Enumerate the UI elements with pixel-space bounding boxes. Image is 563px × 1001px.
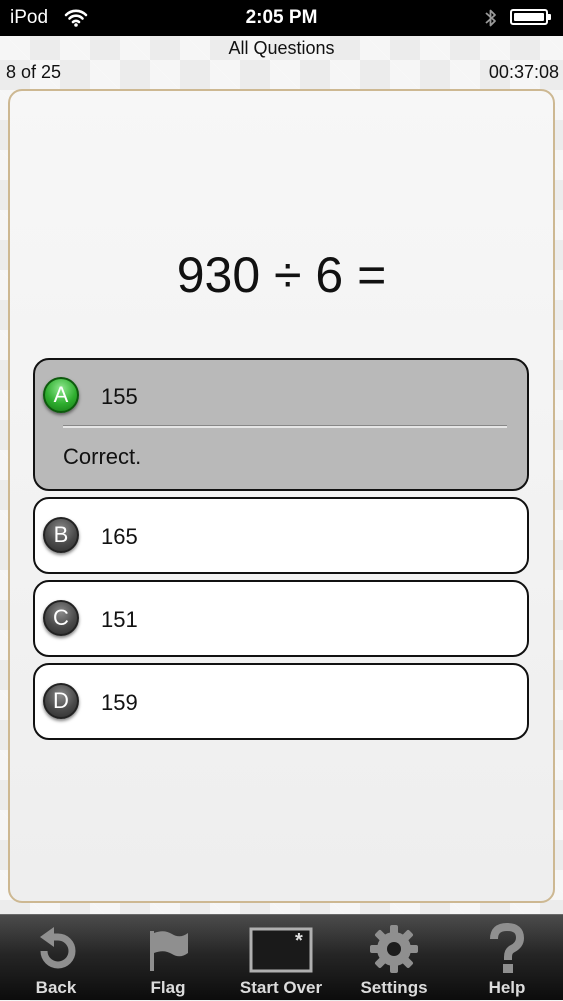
answer-text-d: 159: [101, 690, 138, 715]
clock-time: 2:05 PM: [245, 7, 318, 28]
start-over-icon: *: [225, 921, 337, 977]
flag-button-label: Flag: [150, 978, 186, 997]
answer-option-a[interactable]: A 155 Correct.: [33, 358, 529, 491]
gear-icon: [338, 921, 450, 977]
battery-icon: [510, 9, 551, 25]
page-title: All Questions: [228, 38, 335, 58]
question-mark-icon: [451, 921, 563, 977]
help-button[interactable]: Help: [451, 915, 563, 1001]
back-arrow-icon: [0, 921, 112, 977]
back-button[interactable]: Back: [0, 915, 112, 1001]
flag-button[interactable]: Flag: [112, 915, 224, 1001]
answer-letter-badge-c: C: [43, 600, 79, 636]
bottom-toolbar: Back Flag * Start Over Settings Help: [0, 914, 563, 1000]
flag-icon: [112, 921, 224, 977]
answer-text-c: 151: [101, 607, 138, 632]
answer-feedback: Correct.: [63, 444, 142, 469]
answer-option-c[interactable]: C 151: [33, 580, 529, 657]
answer-divider: [63, 425, 507, 428]
question-text: 930 ÷ 6 =: [176, 247, 387, 303]
question-progress: 8 of 25: [6, 62, 62, 82]
answer-letter-badge-a: A: [43, 377, 79, 413]
bluetooth-icon: [484, 6, 498, 36]
back-button-label: Back: [35, 978, 77, 997]
answer-option-b[interactable]: B 165: [33, 497, 529, 574]
question-card: [8, 89, 555, 903]
help-button-label: Help: [488, 978, 526, 997]
status-bar: iPod 2:05 PM: [0, 0, 563, 36]
answer-letter-badge-b: B: [43, 517, 79, 553]
answer-text-a: 155: [101, 384, 138, 409]
answer-text-b: 165: [101, 524, 138, 549]
answer-option-d[interactable]: D 159: [33, 663, 529, 740]
svg-text:*: *: [295, 930, 303, 952]
start-over-button[interactable]: * Start Over: [225, 915, 337, 1001]
elapsed-timer: 00:37:08: [488, 62, 559, 82]
settings-button[interactable]: Settings: [338, 915, 450, 1001]
start-over-button-label: Start Over: [239, 978, 323, 997]
answer-letter-badge-d: D: [43, 683, 79, 719]
settings-button-label: Settings: [360, 978, 428, 997]
